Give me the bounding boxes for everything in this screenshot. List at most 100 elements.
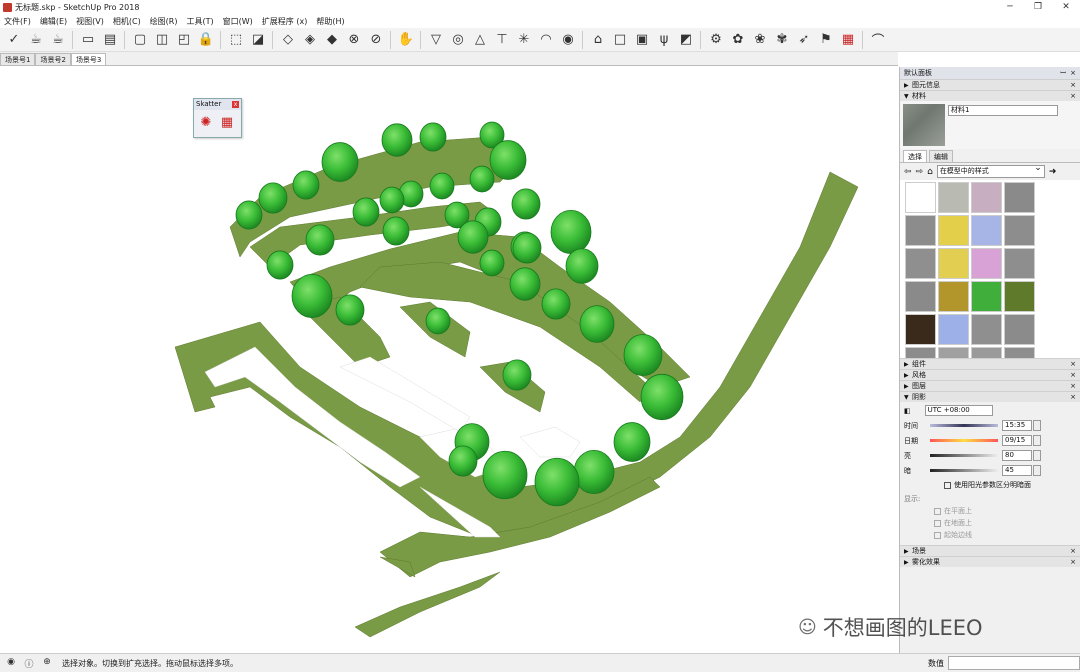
material-swatch-item[interactable]: [1004, 248, 1035, 279]
section-scenes[interactable]: ▶ 场景 ×: [900, 545, 1080, 556]
tree[interactable]: [550, 209, 592, 254]
teapot2-icon[interactable]: ☕: [48, 30, 68, 50]
tree[interactable]: [573, 449, 615, 494]
lamp-icon[interactable]: ⊤: [492, 30, 512, 50]
circle2-icon[interactable]: ⊘: [366, 30, 386, 50]
layout-icon[interactable]: ▭: [78, 30, 98, 50]
cube2-icon[interactable]: ◆: [322, 30, 342, 50]
bulb-icon[interactable]: △: [470, 30, 490, 50]
material-swatch-item[interactable]: [938, 314, 969, 345]
tree[interactable]: [511, 188, 541, 220]
section-fog[interactable]: ▶ 雾化效果 ×: [900, 556, 1080, 567]
tree[interactable]: [541, 288, 571, 320]
skatter-close-button[interactable]: x: [232, 101, 239, 108]
tree[interactable]: [469, 165, 495, 193]
gear2-icon[interactable]: ✿: [728, 30, 748, 50]
menu-extensions[interactable]: 扩展程序 (x): [262, 16, 308, 27]
geo-location-icon[interactable]: ◉: [4, 657, 18, 669]
tray-close-icon[interactable]: ×: [1070, 67, 1076, 79]
ring-icon[interactable]: ◉: [558, 30, 578, 50]
scene-tab-1[interactable]: 场景号1: [0, 53, 36, 65]
tree[interactable]: [352, 197, 380, 227]
skatter-grid-icon[interactable]: ▦: [218, 113, 236, 131]
material-swatch-item[interactable]: [938, 182, 969, 213]
arc-icon[interactable]: ◠: [536, 30, 556, 50]
time-slider[interactable]: [930, 421, 998, 431]
maximize-button[interactable]: ❐: [1024, 0, 1052, 14]
tree[interactable]: [382, 216, 410, 246]
time-spinner[interactable]: [1033, 420, 1041, 431]
material-swatch-item[interactable]: [971, 248, 1002, 279]
model-viewport[interactable]: [0, 67, 898, 653]
material-swatch-item[interactable]: [905, 281, 936, 312]
scene-tab-3[interactable]: 场景号3: [70, 53, 107, 65]
cap-icon[interactable]: ⌂: [588, 30, 608, 50]
box3-icon[interactable]: □: [610, 30, 630, 50]
material-swatch-item[interactable]: [905, 347, 936, 358]
tree[interactable]: [379, 186, 405, 214]
tree[interactable]: [613, 422, 651, 462]
tree[interactable]: [235, 200, 263, 230]
material-swatch-item[interactable]: [938, 347, 969, 358]
funnel-icon[interactable]: ▽: [426, 30, 446, 50]
date-slider[interactable]: [930, 436, 998, 446]
box-icon[interactable]: ◇: [278, 30, 298, 50]
tree[interactable]: [565, 248, 599, 284]
tree[interactable]: [425, 307, 451, 335]
scene-tab-2[interactable]: 场景号2: [35, 53, 71, 65]
grid-red-icon[interactable]: ▦: [838, 30, 858, 50]
tree[interactable]: [335, 294, 365, 326]
tree[interactable]: [258, 182, 288, 214]
menu-camera[interactable]: 相机(C): [113, 16, 141, 27]
close-icon[interactable]: ×: [1070, 80, 1076, 90]
section-materials[interactable]: ▼ 材料 ×: [900, 90, 1080, 101]
section-components[interactable]: ▶ 组件 ×: [900, 358, 1080, 369]
teapot-icon[interactable]: ☕: [26, 30, 46, 50]
material-swatch-item[interactable]: [971, 281, 1002, 312]
minimize-button[interactable]: ─: [996, 0, 1024, 14]
menu-window[interactable]: 窗口(W): [223, 16, 253, 27]
tree[interactable]: [266, 250, 294, 280]
menu-help[interactable]: 帮助(H): [316, 16, 344, 27]
move-icon[interactable]: ⬚: [226, 30, 246, 50]
material-swatch-item[interactable]: [971, 215, 1002, 246]
gear3-icon[interactable]: ❀: [750, 30, 770, 50]
material-swatch-item[interactable]: [971, 347, 1002, 358]
material-swatch-item[interactable]: [1004, 314, 1035, 345]
utc-select[interactable]: UTC +08:00: [924, 405, 993, 416]
tag-icon[interactable]: ◩: [676, 30, 696, 50]
menu-view[interactable]: 视图(V): [76, 16, 104, 27]
tree[interactable]: [579, 305, 615, 343]
material-name-field[interactable]: 材料1: [948, 105, 1058, 116]
hand-icon[interactable]: ✋: [396, 30, 416, 50]
material-swatch-item[interactable]: [971, 314, 1002, 345]
tree[interactable]: [479, 249, 505, 277]
tree[interactable]: [489, 140, 527, 180]
material-swatch-item[interactable]: [905, 314, 936, 345]
shadow-toggle-icon[interactable]: ◧: [904, 407, 911, 415]
section-layers[interactable]: ▶ 图层 ×: [900, 380, 1080, 391]
tree[interactable]: [448, 445, 478, 477]
light-spinner[interactable]: [1033, 450, 1041, 461]
tree[interactable]: [512, 232, 542, 264]
sheet-icon[interactable]: ▤: [100, 30, 120, 50]
sun-shading-checkbox[interactable]: [944, 481, 951, 489]
material-collection-dropdown[interactable]: 在模型中的样式: [936, 163, 1045, 178]
menu-tools[interactable]: 工具(T): [187, 16, 214, 27]
cube4-icon[interactable]: ▣: [632, 30, 652, 50]
pin-icon[interactable]: ꟷ: [1060, 67, 1066, 79]
tab-select[interactable]: 选择: [903, 150, 927, 162]
gear4-icon[interactable]: ✾: [772, 30, 792, 50]
tree[interactable]: [321, 142, 359, 182]
measurements-input[interactable]: [948, 656, 1080, 670]
material-swatch[interactable]: [903, 104, 945, 146]
window3-icon[interactable]: ◰: [174, 30, 194, 50]
section-styles[interactable]: ▶ 风格 ×: [900, 369, 1080, 380]
material-swatch-item[interactable]: [905, 182, 936, 213]
forward-arrow-icon[interactable]: ⇨: [916, 167, 924, 177]
tree[interactable]: [457, 220, 489, 254]
material-swatch-item[interactable]: [938, 215, 969, 246]
tree[interactable]: [305, 224, 335, 256]
user-icon[interactable]: ⊕: [40, 657, 54, 669]
material-swatch-item[interactable]: [905, 248, 936, 279]
